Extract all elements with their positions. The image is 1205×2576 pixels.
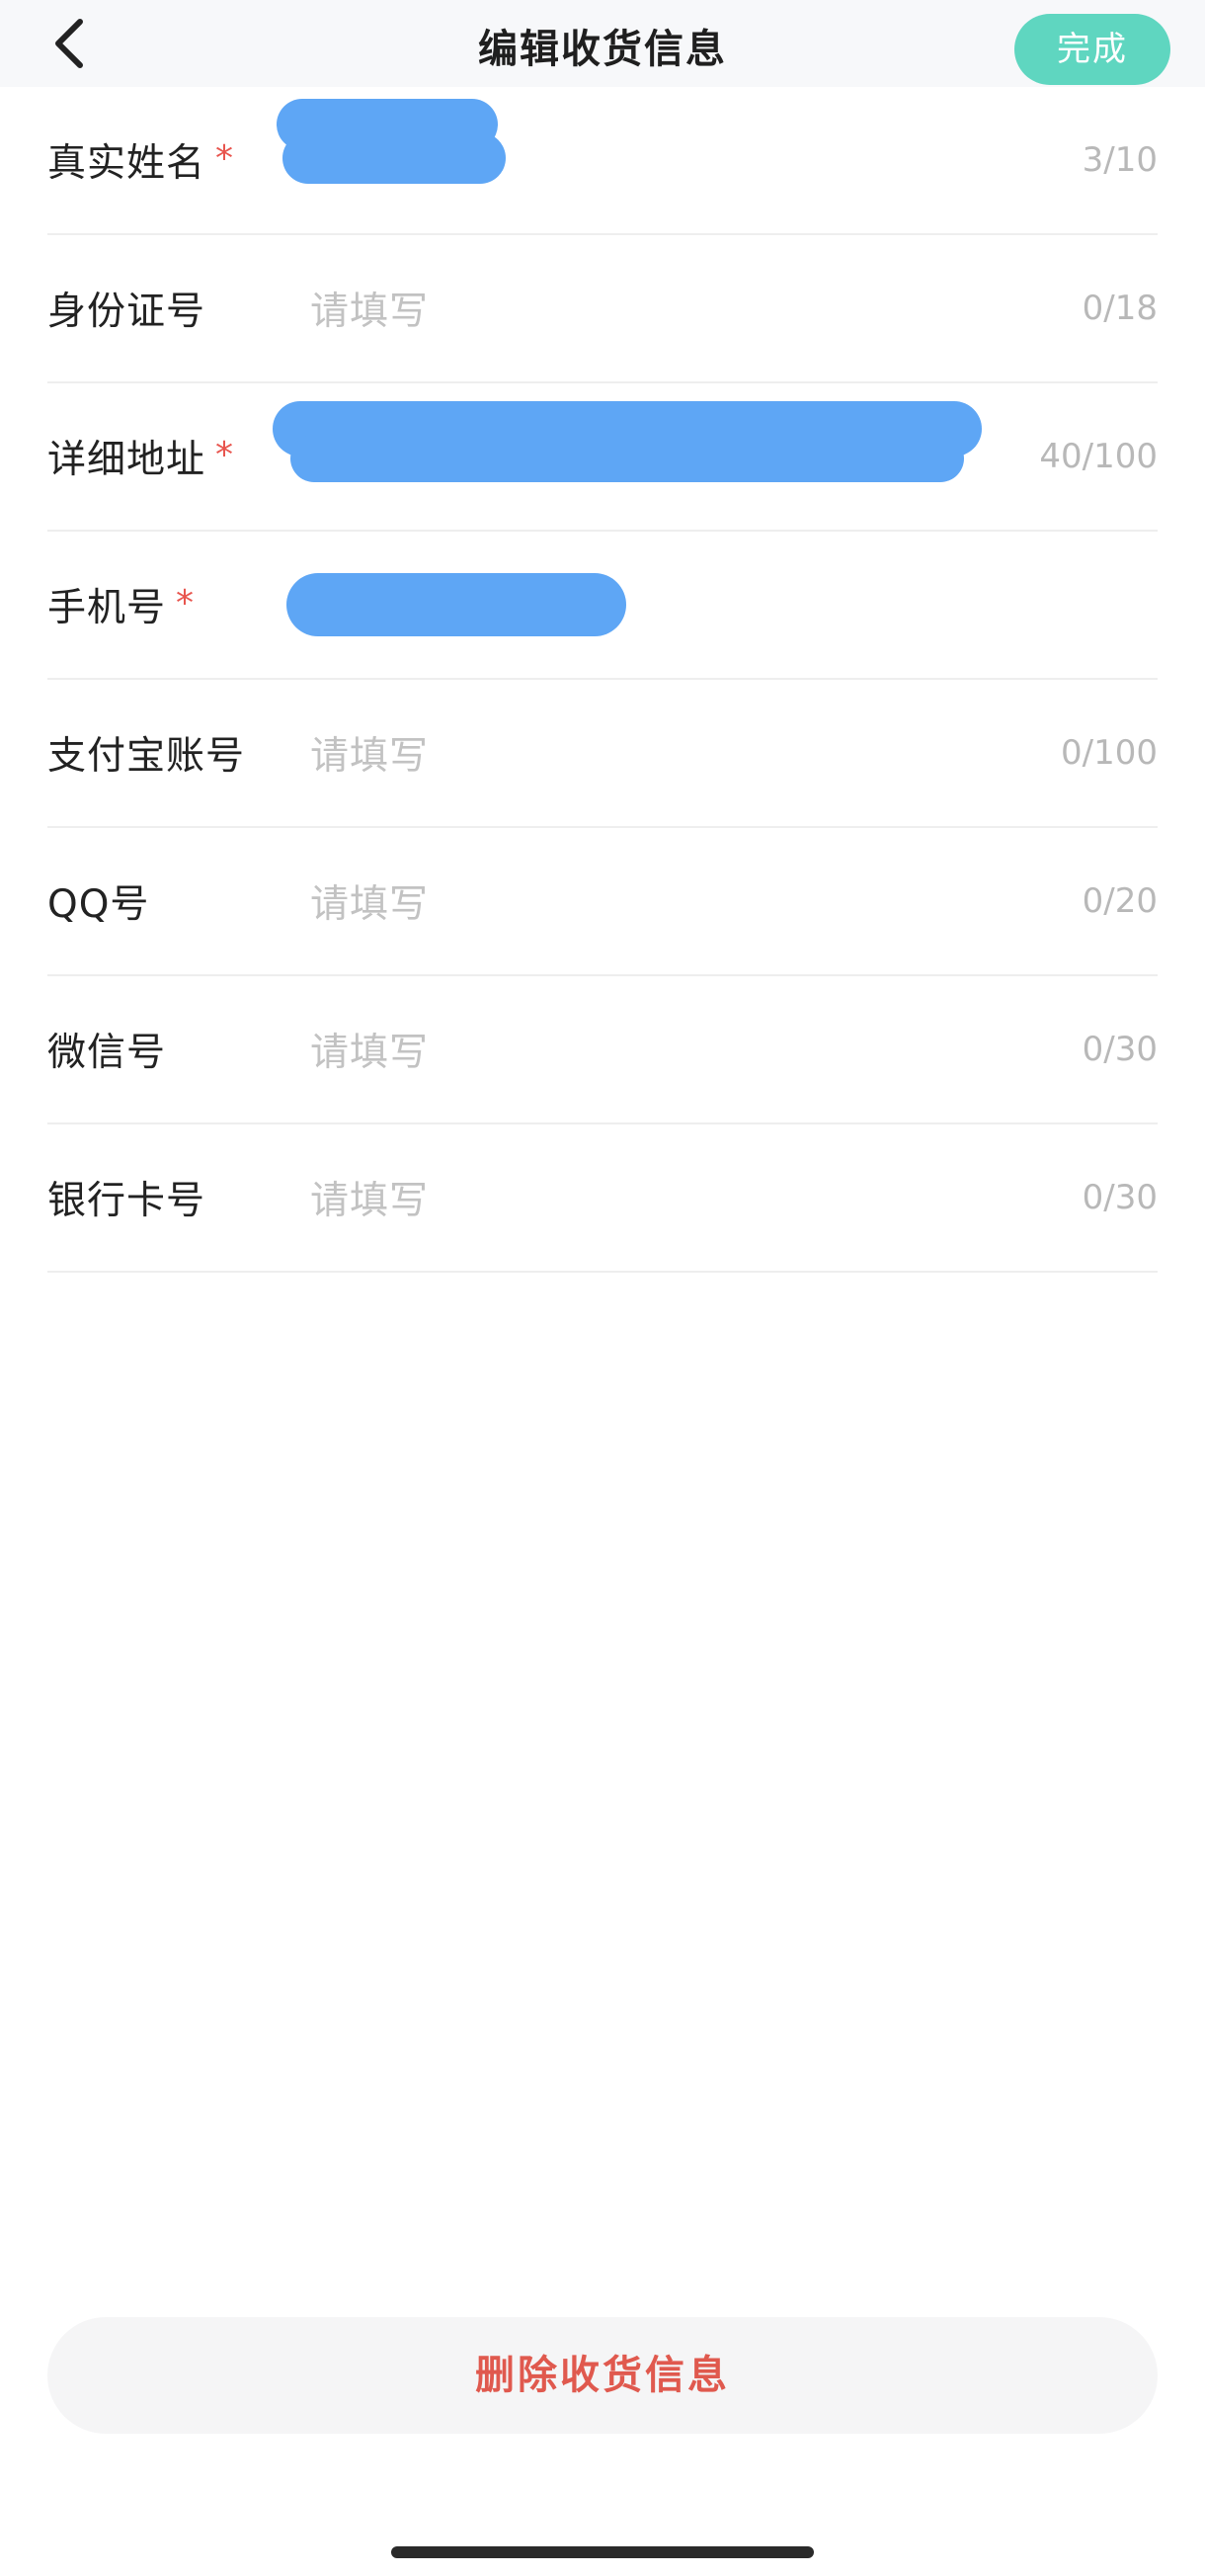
redacted-value <box>286 573 626 636</box>
field-label: 真实姓名 * <box>47 138 235 186</box>
home-indicator[interactable] <box>391 2546 814 2558</box>
done-button[interactable]: 完成 <box>1014 14 1170 85</box>
field-label: QQ号 <box>47 882 150 927</box>
char-counter: 0/18 <box>1082 289 1158 328</box>
char-counter: 0/100 <box>1061 733 1158 773</box>
field-label: 银行卡号 <box>47 1179 206 1223</box>
redacted-value <box>282 132 506 184</box>
wechat-input[interactable]: 请填写 <box>310 1022 429 1077</box>
field-real-name[interactable]: 真实姓名 * 3/10 <box>47 87 1158 235</box>
char-counter: 0/30 <box>1082 1178 1158 1217</box>
field-phone[interactable]: 手机号 * <box>47 532 1158 680</box>
alipay-input[interactable]: 请填写 <box>310 725 429 781</box>
field-label: 身份证号 <box>47 290 206 334</box>
qq-input[interactable]: 请填写 <box>310 873 429 929</box>
required-mark: * <box>215 435 235 475</box>
field-bank-card[interactable]: 银行卡号 请填写 0/30 <box>47 1124 1158 1273</box>
field-label: 手机号 * <box>47 583 196 630</box>
field-label: 详细地址 * <box>47 435 235 482</box>
delete-shipping-info-button[interactable]: 删除收货信息 <box>47 2317 1158 2434</box>
field-address[interactable]: 详细地址 * 40/100 <box>47 383 1158 532</box>
required-mark: * <box>215 138 235 179</box>
shipping-form: 真实姓名 * 3/10 身份证号 请填写 0/18 详细地址 * 40/100 手机… <box>47 87 1158 1273</box>
edit-shipping-info-page: 编辑收货信息 完成 真实姓名 * 3/10 身份证号 请填写 0/18 详细地址 *… <box>0 0 1205 2576</box>
field-wechat[interactable]: 微信号 请填写 0/30 <box>47 976 1158 1124</box>
field-label: 微信号 <box>47 1031 167 1075</box>
id-number-input[interactable]: 请填写 <box>310 281 429 336</box>
char-counter: 3/10 <box>1082 140 1158 180</box>
char-counter: 40/100 <box>1039 437 1158 476</box>
char-counter: 0/30 <box>1082 1030 1158 1069</box>
field-qq[interactable]: QQ号 请填写 0/20 <box>47 828 1158 976</box>
bank-card-input[interactable]: 请填写 <box>310 1170 429 1225</box>
field-alipay[interactable]: 支付宝账号 请填写 0/100 <box>47 680 1158 828</box>
redacted-value <box>290 435 964 482</box>
required-mark: * <box>176 583 196 623</box>
top-nav-bar: 编辑收货信息 完成 <box>0 0 1205 87</box>
char-counter: 0/20 <box>1082 881 1158 921</box>
field-label: 支付宝账号 <box>47 734 246 779</box>
field-id-number[interactable]: 身份证号 请填写 0/18 <box>47 235 1158 383</box>
